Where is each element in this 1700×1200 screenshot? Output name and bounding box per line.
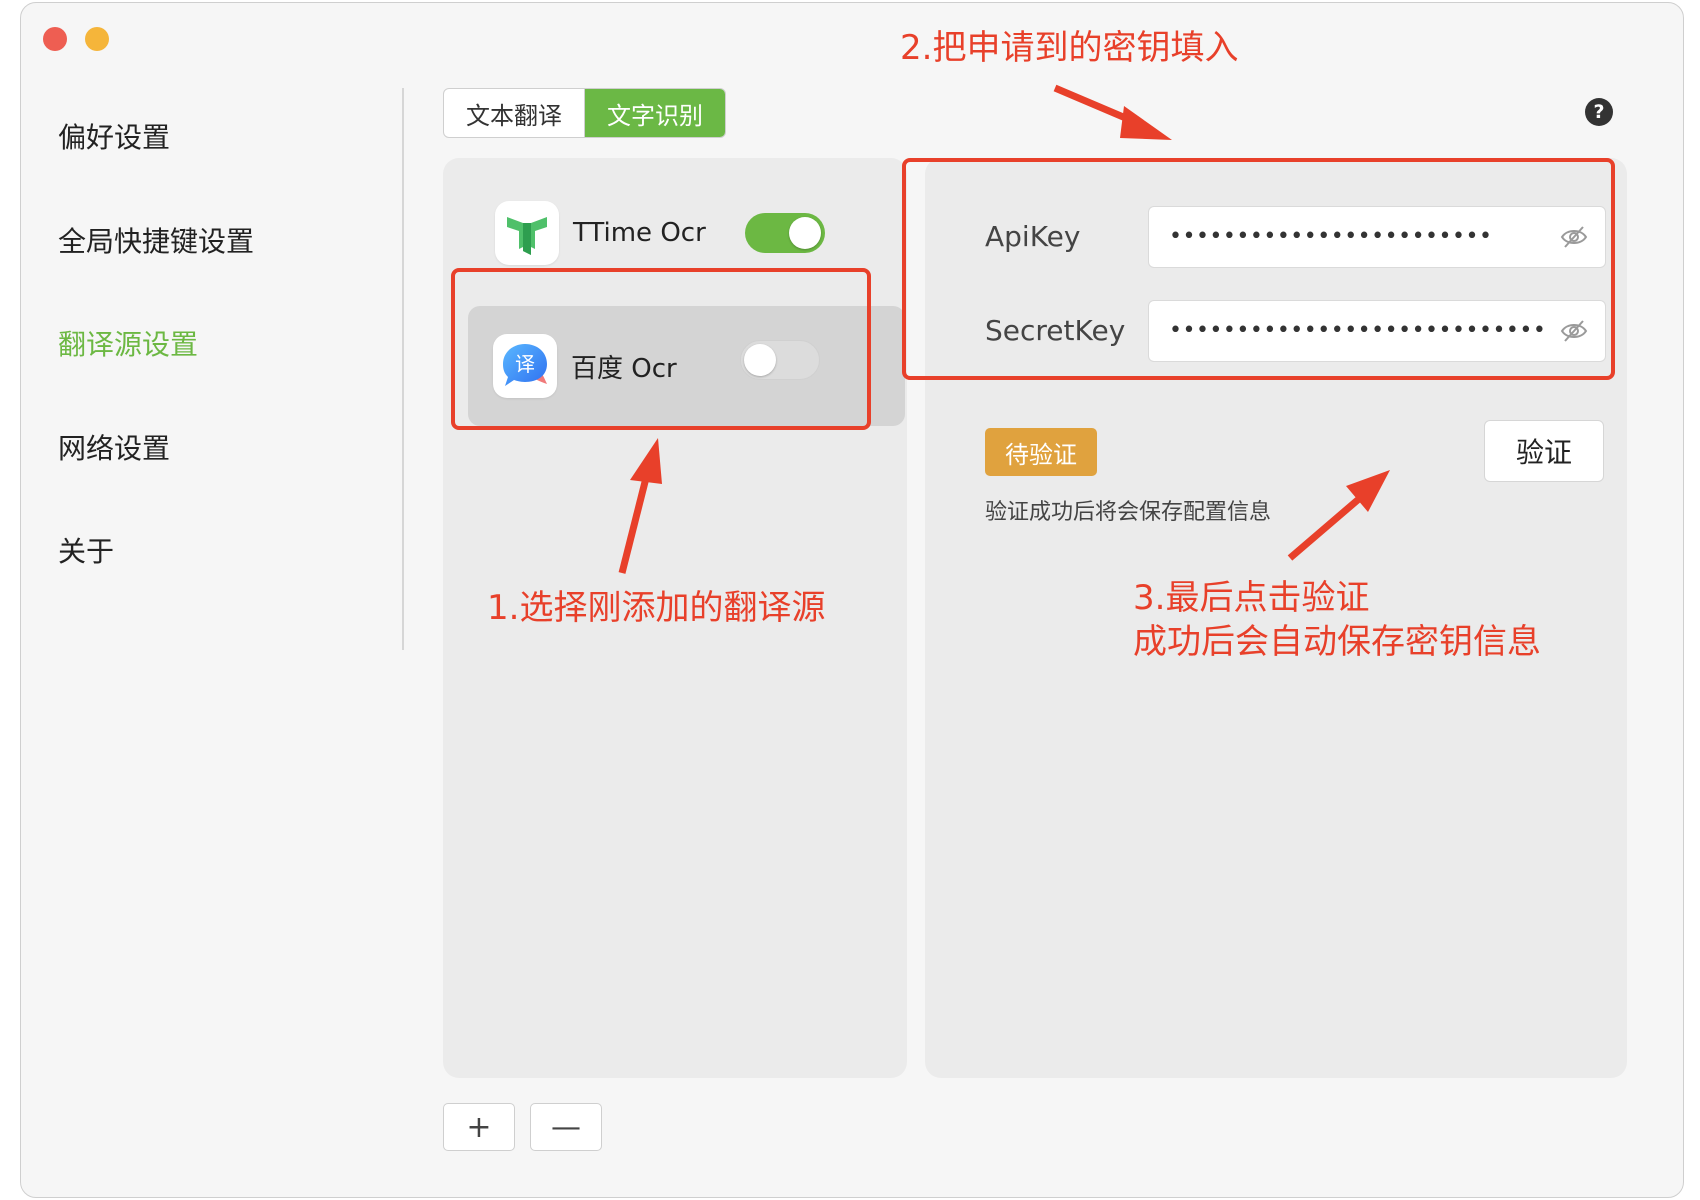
hidden-eye-icon[interactable]: [1559, 317, 1589, 345]
annotation-step2: 2.把申请到的密钥填入: [900, 28, 1239, 68]
minimize-window-button[interactable]: [85, 27, 109, 51]
verify-button[interactable]: 验证: [1484, 420, 1604, 482]
sidebar-item-network[interactable]: 网络设置: [58, 427, 170, 467]
source-name: 百度 Ocr: [571, 353, 677, 384]
secret-key-field[interactable]: ••••••••••••••••••••••••••••••••: [1148, 300, 1606, 362]
secret-key-label: SecretKey: [985, 314, 1126, 347]
annotation-step3-line2: 成功后会自动保存密钥信息: [1133, 622, 1541, 662]
source-item-baidu-ocr[interactable]: 译 百度 Ocr: [468, 306, 905, 426]
ttime-logo-icon: [495, 201, 559, 265]
sidebar-item-preferences[interactable]: 偏好设置: [58, 116, 170, 156]
help-icon[interactable]: ?: [1585, 98, 1613, 126]
add-source-button[interactable]: +: [443, 1103, 515, 1151]
baidu-translate-icon: 译: [493, 334, 557, 398]
baidu-ocr-toggle[interactable]: [740, 340, 820, 380]
sidebar-item-translation-sources[interactable]: 翻译源设置: [58, 323, 198, 363]
annotation-step1: 1.选择刚添加的翻译源: [487, 588, 826, 628]
tab-bar: 文本翻译 文字识别: [443, 88, 726, 138]
close-window-button[interactable]: [43, 27, 67, 51]
api-key-label: ApiKey: [985, 220, 1081, 253]
status-badge: 待验证: [985, 428, 1097, 476]
hidden-eye-icon[interactable]: [1559, 223, 1589, 251]
tab-text-translation[interactable]: 文本翻译: [444, 89, 584, 137]
ttime-ocr-toggle[interactable]: [745, 213, 825, 253]
tab-text-recognition[interactable]: 文字识别: [584, 89, 725, 137]
svg-text:译: 译: [515, 352, 535, 376]
sidebar-item-global-shortcuts[interactable]: 全局快捷键设置: [58, 220, 254, 260]
annotation-step3-line1: 3.最后点击验证: [1133, 578, 1370, 618]
verify-hint: 验证成功后将会保存配置信息: [985, 500, 1272, 525]
sidebar-divider: [402, 88, 404, 650]
remove-source-button[interactable]: —: [530, 1103, 602, 1151]
secret-key-value: ••••••••••••••••••••••••••••••••: [1169, 318, 1549, 343]
source-name: TTime Ocr: [573, 218, 706, 248]
api-key-field[interactable]: ••••••••••••••••••••••••: [1148, 206, 1606, 268]
api-key-value: ••••••••••••••••••••••••: [1169, 224, 1493, 249]
sidebar-item-about[interactable]: 关于: [58, 530, 114, 570]
